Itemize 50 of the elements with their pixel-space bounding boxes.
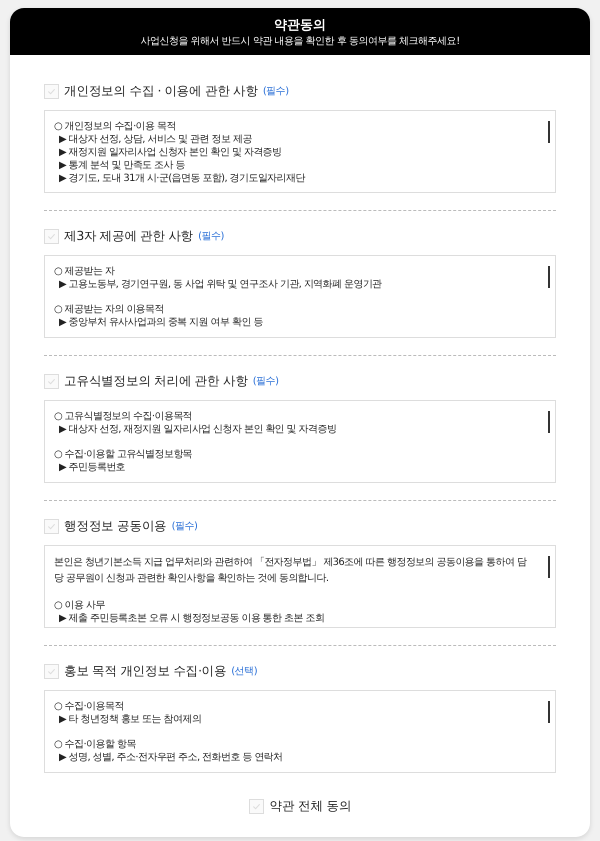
checkbox[interactable] bbox=[248, 799, 264, 814]
page-title: 약관동의 bbox=[274, 17, 326, 35]
required-tag: (필수) bbox=[262, 84, 289, 98]
terms-item: ▶ 경기도, 도내 31개 시·군(읍면동 포함), 경기도일자리재단 bbox=[58, 172, 306, 185]
section-title: 행정정보 공동이용 bbox=[64, 518, 167, 534]
terms-item: ▶ 제출 주민등록초본 오류 시 행정정보공동 이용 통한 초본 조회 bbox=[58, 612, 326, 625]
terms-item: ▶ 타 청년정책 홍보 또는 참여제의 bbox=[58, 713, 202, 726]
scrollbar-thumb[interactable] bbox=[548, 411, 550, 433]
checkbox[interactable] bbox=[44, 664, 59, 678]
terms-item: ▶ 주민등록번호 bbox=[58, 461, 126, 474]
check-icon bbox=[252, 802, 261, 811]
checkbox[interactable] bbox=[44, 518, 59, 534]
terms-item: ▶ 재정지원 일자리사업 신청자 본인 확인 및 자격증빙 bbox=[58, 146, 283, 159]
check-icon bbox=[47, 232, 56, 240]
scrollbar-thumb[interactable] bbox=[548, 121, 550, 143]
terms-item: ▶ 중앙부처 유사사업과의 중복 지원 여부 확인 등 bbox=[58, 316, 264, 329]
terms-heading: ○ 개인정보의 수집·이용 목적 bbox=[54, 120, 177, 133]
section-title: 제3자 제공에 관한 사항 bbox=[64, 228, 194, 244]
terms-heading: ○ 수집·이용할 항목 bbox=[54, 738, 137, 751]
required-tag: (필수) bbox=[252, 374, 279, 388]
section-title: 홍보 목적 개인정보 수집·이용 bbox=[64, 662, 226, 680]
terms-item: ▶ 대상자 선정, 재정지원 일자리사업 신청자 본인 확인 및 자격증빙 bbox=[58, 423, 338, 436]
agree-all-label: 약관 전체 동의 bbox=[270, 798, 352, 815]
checkbox[interactable] bbox=[44, 374, 59, 388]
check-icon bbox=[47, 376, 56, 386]
terms-item: ▶ 고용노동부, 경기연구원, 동 사업 위탁 및 연구조사 기관, 지역화폐 운영기관 bbox=[58, 278, 383, 291]
checkbox[interactable] bbox=[44, 228, 59, 244]
header-subtitle: 사업신청을 위해서 반드시 약관 내용을 확인한 후 동의여부를 체크해주세요! bbox=[140, 35, 460, 48]
required-tag: (선택) bbox=[231, 664, 258, 678]
check-icon bbox=[47, 522, 56, 530]
terms-heading: ○ 제공받는 자의 이용목적 bbox=[54, 303, 165, 316]
check-icon bbox=[47, 86, 56, 96]
terms-heading: ○ 제공받는 자 bbox=[54, 265, 116, 278]
terms-heading: ○ 수집·이용목적 bbox=[54, 700, 125, 713]
terms-heading: ○ 이용 사무 bbox=[54, 599, 106, 612]
terms-item: ▶ 통계 분석 및 만족도 조사 등 bbox=[58, 159, 186, 172]
terms-item: ▶ 성명, 성별, 주소·전자우편 주소, 전화번호 등 연락처 bbox=[58, 751, 284, 764]
scrollbar-thumb[interactable] bbox=[548, 266, 550, 288]
section-title: 고유식별정보의 처리에 관한 사항 bbox=[64, 372, 248, 390]
terms-item: ▶ 대상자 선정, 상담, 서비스 및 관련 정보 제공 bbox=[58, 133, 253, 146]
required-tag: (필수) bbox=[172, 519, 198, 533]
terms-heading: ○ 고유식별정보의 수집·이용목적 bbox=[54, 410, 194, 423]
checkbox[interactable] bbox=[44, 84, 59, 98]
section-title: 개인정보의 수집 · 이용에 관한 사항 bbox=[64, 82, 258, 100]
scrollbar-thumb[interactable] bbox=[548, 701, 550, 723]
terms-paragraph: 본인은 청년기본소득 지급 업무처리와 관련하여 「전자정부법」 제36조에 따른 행정정보의 공동이용을 통하여 담당 공무원이 신청과 관련한 확인사항을 확인하는 것에 동의합니다. bbox=[54, 556, 528, 586]
terms-heading: ○ 수집·이용할 고유식별정보항목 bbox=[54, 448, 194, 461]
required-tag: (필수) bbox=[198, 229, 224, 243]
scrollbar-thumb[interactable] bbox=[548, 556, 550, 578]
check-icon bbox=[47, 666, 56, 676]
